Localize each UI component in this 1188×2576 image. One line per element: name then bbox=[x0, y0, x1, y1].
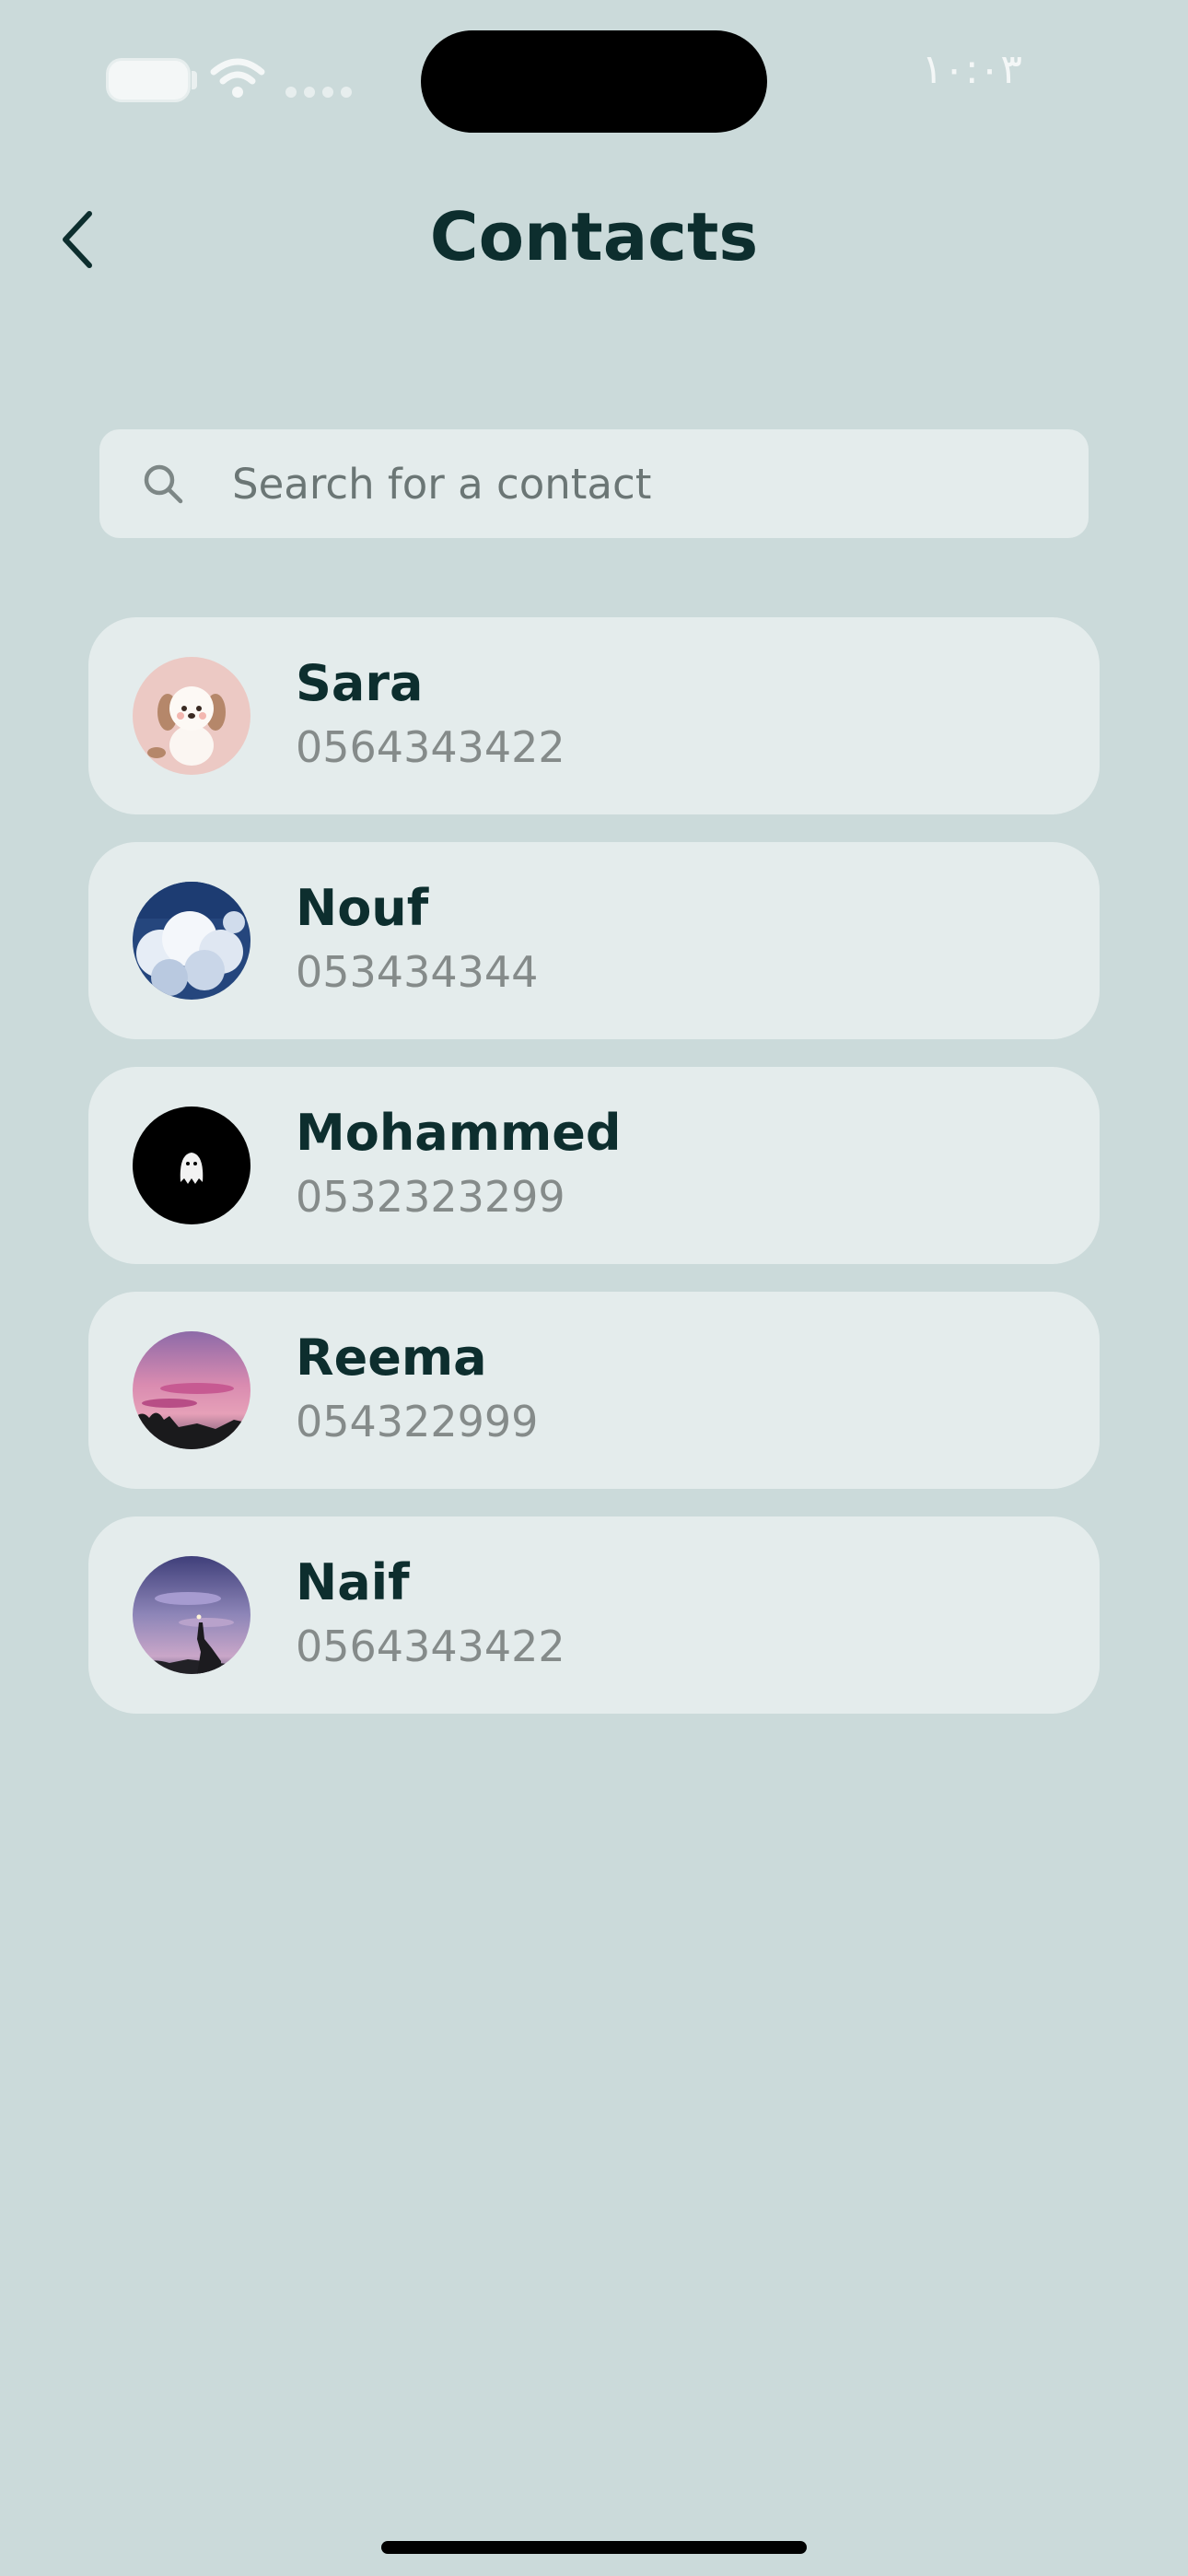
puppy-avatar bbox=[133, 657, 250, 775]
battery-cap bbox=[192, 71, 197, 89]
contact-name: Nouf bbox=[296, 879, 429, 937]
contact-card-mohammed[interactable]: Mohammed 0532323299 bbox=[88, 1067, 1100, 1264]
contact-phone: 0532323299 bbox=[296, 1172, 565, 1222]
wifi-icon bbox=[210, 58, 265, 98]
sunset-avatar bbox=[133, 1331, 250, 1449]
clouds-avatar bbox=[133, 882, 250, 1000]
status-time: ١٠:٠٣ bbox=[921, 46, 1022, 93]
search-icon bbox=[144, 464, 183, 504]
status-bar: ١٠:٠٣ bbox=[0, 0, 1188, 166]
contact-name: Naif bbox=[296, 1553, 410, 1611]
contact-card-naif[interactable]: Naif 0564343422 bbox=[88, 1516, 1100, 1714]
contact-phone: 0564343422 bbox=[296, 722, 565, 772]
cellular-signal-icon bbox=[285, 87, 352, 98]
search-bar[interactable] bbox=[99, 429, 1089, 538]
contact-card-reema[interactable]: Reema 054322999 bbox=[88, 1292, 1100, 1489]
contact-list: Sara 0564343422 Nouf 053434344 Mohammed … bbox=[88, 617, 1100, 1741]
dynamic-island bbox=[421, 30, 767, 133]
contact-card-nouf[interactable]: Nouf 053434344 bbox=[88, 842, 1100, 1039]
night-sky-avatar bbox=[133, 1556, 250, 1674]
ghost-avatar bbox=[133, 1107, 250, 1224]
contact-phone: 0564343422 bbox=[296, 1622, 565, 1671]
contact-name: Reema bbox=[296, 1329, 487, 1387]
contact-phone: 054322999 bbox=[296, 1397, 539, 1446]
contact-name: Sara bbox=[296, 654, 424, 712]
contact-phone: 053434344 bbox=[296, 947, 539, 997]
contact-name: Mohammed bbox=[296, 1104, 622, 1162]
page-title: Contacts bbox=[429, 198, 759, 275]
battery-icon bbox=[109, 61, 188, 100]
contact-card-sara[interactable]: Sara 0564343422 bbox=[88, 617, 1100, 814]
home-indicator[interactable] bbox=[381, 2541, 807, 2554]
search-input[interactable] bbox=[232, 429, 1061, 538]
